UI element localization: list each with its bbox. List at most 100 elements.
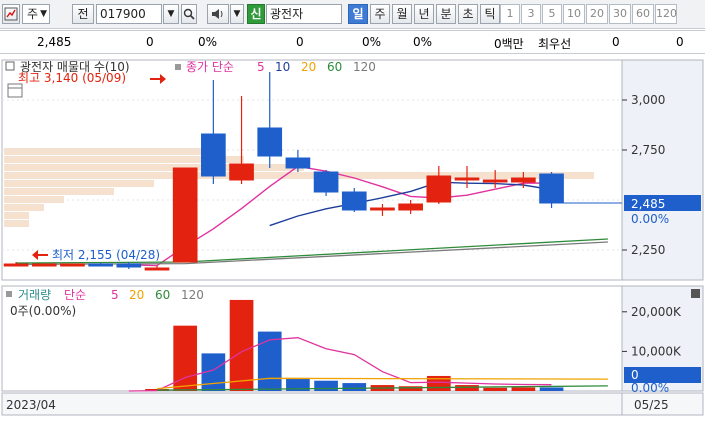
candle-up[interactable] xyxy=(426,175,452,203)
interval-tab-5[interactable]: 5 xyxy=(542,4,562,24)
stock-badge: 신 xyxy=(247,4,265,24)
candle-up[interactable] xyxy=(454,177,480,181)
panel-close-icon[interactable] xyxy=(691,289,700,298)
date-axis-bar xyxy=(1,392,704,416)
candle-down[interactable] xyxy=(285,157,311,169)
volume-legend-period-120: 120 xyxy=(181,288,204,302)
candle-down[interactable] xyxy=(313,171,339,193)
candle-up[interactable] xyxy=(3,263,29,267)
candle-down[interactable] xyxy=(539,173,564,204)
period-tab-0[interactable]: 일 xyxy=(348,4,368,24)
low-price-label: 최저 2,155 (04/28) xyxy=(52,248,160,262)
volume-bar[interactable] xyxy=(511,387,536,391)
trade-volume: 0 xyxy=(296,35,304,49)
current-rate-axis-label: 0.00% xyxy=(631,212,669,226)
price-axis-label: 3,000 xyxy=(631,93,665,107)
type-button[interactable]: 전 xyxy=(72,4,94,24)
volume-profile-bar xyxy=(4,204,44,211)
volume-bar[interactable] xyxy=(483,387,508,391)
volume-axis-label: 20,000K xyxy=(631,305,682,319)
current-volume-axis-label: 0 xyxy=(631,368,639,382)
period-tab-3[interactable]: 년 xyxy=(414,4,434,24)
chart-area[interactable]: 최고 3,140 (05/09) 최저 2,155 (04/28) 광전자 매물대 … xyxy=(0,58,705,418)
chevron-down-icon: ▼ xyxy=(40,9,47,19)
period-tab-1[interactable]: 주 xyxy=(370,4,390,24)
candle-up[interactable] xyxy=(482,179,508,183)
quote-status-bar: 2,485 0 0% 0 0% 0% 0백만 최우선 0 0 xyxy=(0,30,705,54)
search-button[interactable] xyxy=(181,4,197,24)
candle-up[interactable] xyxy=(229,163,254,181)
period-tab-4[interactable]: 분 xyxy=(436,4,456,24)
interval-tab-10[interactable]: 10 xyxy=(563,4,585,24)
volume-info-label: 0주(0.00%) xyxy=(10,304,76,318)
sound-dropdown-button[interactable]: ▼ xyxy=(230,4,244,24)
volume-legend-marker-icon xyxy=(6,291,12,297)
interval-tab-1[interactable]: 1 xyxy=(500,4,520,24)
volume-bar[interactable] xyxy=(229,299,254,391)
ma-legend-period-10: 10 xyxy=(275,60,290,74)
candle-down[interactable] xyxy=(116,263,142,268)
interval-tab-30[interactable]: 30 xyxy=(609,4,631,24)
price-axis-label: 2,250 xyxy=(631,243,665,257)
ma-legend-period-5: 5 xyxy=(257,60,265,74)
chart-toolbar: 주 ▼ 전 017900 ▼ ▼ 신 광전자 일 주 월 년 분 초 틱 1 3 5 10 20 30 6… xyxy=(0,0,705,29)
price-change: 0 xyxy=(146,35,154,49)
candle-up[interactable] xyxy=(172,167,198,263)
volume-legend-period-5: 5 xyxy=(111,288,119,302)
chart-menu-icon xyxy=(4,7,18,21)
stock-code-input[interactable]: 017900 xyxy=(96,4,162,24)
trade-amount: 0백만 xyxy=(494,37,524,51)
volume-bar[interactable] xyxy=(539,387,564,391)
candle-up[interactable] xyxy=(60,263,85,267)
current-price: 2,485 xyxy=(37,35,72,49)
candle-up[interactable] xyxy=(144,267,170,271)
chevron-down-icon: ▼ xyxy=(233,9,241,19)
volume-bar[interactable] xyxy=(342,383,367,391)
market-select-value: 주 xyxy=(27,7,39,21)
price-volume-chart[interactable]: 최고 3,140 (05/09)최저 2,155 (04/28)광전자 매물대 … xyxy=(0,58,705,418)
volume-legend-title: 거래량 xyxy=(18,288,51,302)
volume-profile-bar xyxy=(4,180,154,187)
volume-legend-period-20: 20 xyxy=(129,288,144,302)
current-price-axis-label: 2,485 xyxy=(631,197,665,211)
best-quote-label: 최우선 xyxy=(538,37,572,51)
date-axis-start: 2023/04 xyxy=(6,398,56,412)
volume-bar[interactable] xyxy=(398,386,423,391)
interval-tab-3[interactable]: 3 xyxy=(521,4,541,24)
volume-profile-bar xyxy=(4,220,29,227)
candle-down[interactable] xyxy=(88,263,113,267)
best-ask: 0 xyxy=(612,35,620,49)
ma-legend-period-20: 20 xyxy=(301,60,316,74)
interval-tab-60[interactable]: 60 xyxy=(632,4,654,24)
candle-down[interactable] xyxy=(341,191,367,211)
rate-two: 0% xyxy=(413,35,433,49)
candle-down[interactable] xyxy=(257,127,283,157)
calendar-icon[interactable] xyxy=(7,83,23,98)
volume-axis-label: 10,000K xyxy=(631,344,682,358)
candle-up[interactable] xyxy=(398,203,423,211)
period-tab-5[interactable]: 초 xyxy=(458,4,478,24)
volume-legend-ma-label: 단순 xyxy=(64,288,86,302)
volume-panel[interactable] xyxy=(1,285,623,392)
candle-up[interactable] xyxy=(511,177,536,183)
candle-up[interactable] xyxy=(31,263,57,267)
candle-up[interactable] xyxy=(370,207,395,211)
interval-tab-120[interactable]: 120 xyxy=(655,4,677,24)
best-bid: 0 xyxy=(676,35,684,49)
volume-legend-period-60: 60 xyxy=(155,288,170,302)
candle-down[interactable] xyxy=(201,133,226,177)
code-dropdown-button[interactable]: ▼ xyxy=(163,4,179,24)
volume-bar[interactable] xyxy=(314,380,338,391)
chart-menu-button[interactable] xyxy=(2,4,20,24)
period-tab-6[interactable]: 틱 xyxy=(480,4,500,24)
stock-name-field[interactable]: 광전자 xyxy=(266,4,342,24)
volume-bar[interactable] xyxy=(455,385,479,391)
period-tab-2[interactable]: 월 xyxy=(392,4,412,24)
interval-tab-20[interactable]: 20 xyxy=(586,4,608,24)
search-icon xyxy=(183,8,195,20)
volume-profile-bar xyxy=(4,172,594,179)
market-select[interactable]: 주 ▼ xyxy=(22,4,50,24)
sound-button[interactable] xyxy=(207,4,229,24)
stock-chart-window: 주 ▼ 전 017900 ▼ ▼ 신 광전자 일 주 월 년 분 초 틱 1 3 5 10 20 30 6… xyxy=(0,0,705,418)
ma-legend-period-60: 60 xyxy=(327,60,342,74)
